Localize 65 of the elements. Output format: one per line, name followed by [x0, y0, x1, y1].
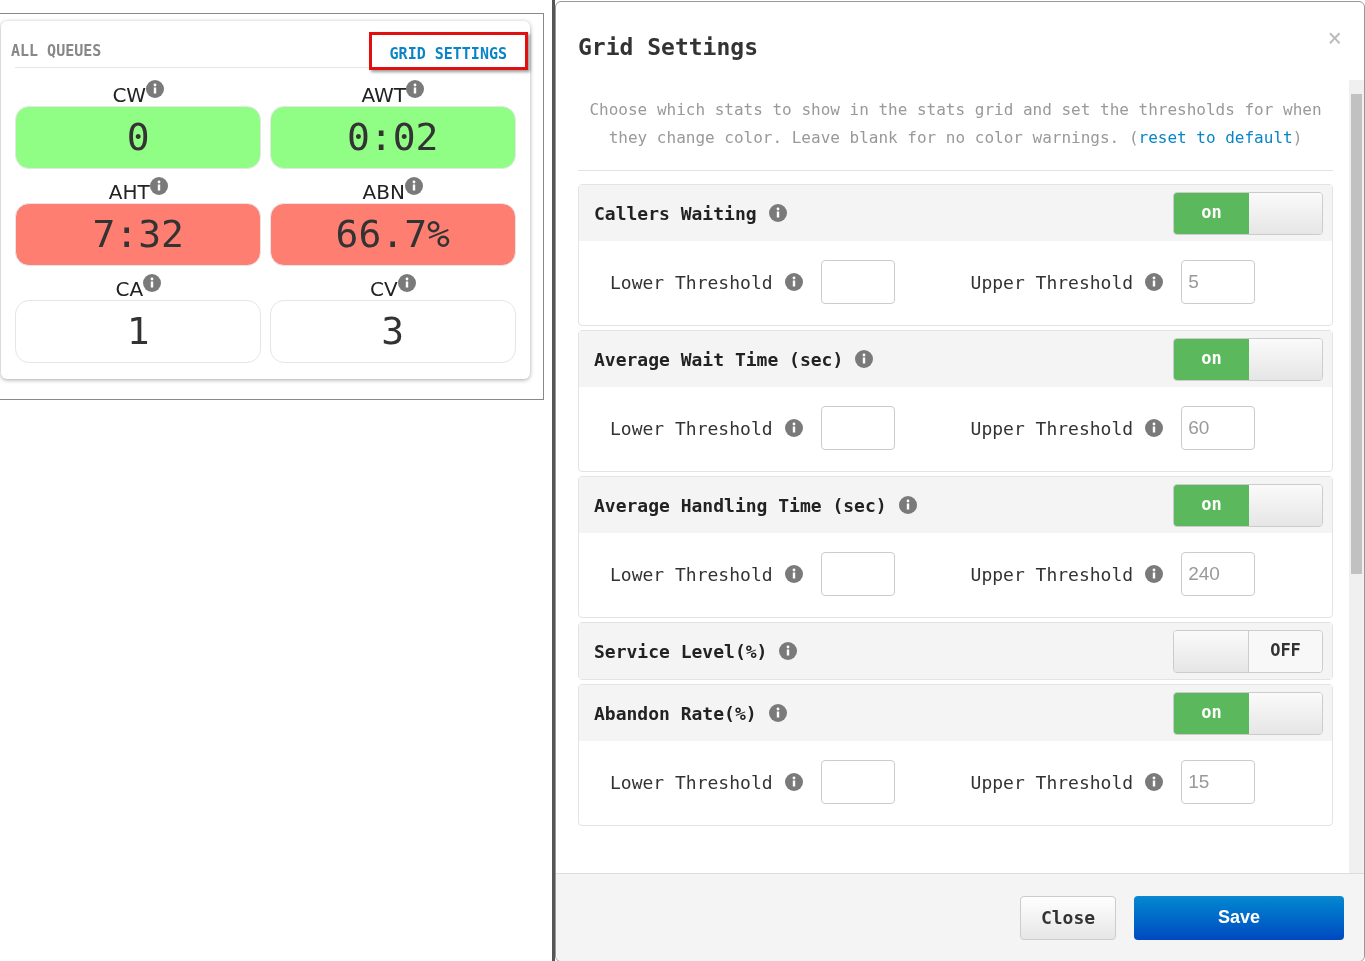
- info-icon: [1145, 773, 1164, 791]
- info-icon: [146, 80, 165, 98]
- toggle-switch[interactable]: on: [1173, 483, 1323, 527]
- info-icon: [768, 704, 787, 722]
- stat-label: CA: [115, 276, 144, 302]
- info-icon: [784, 565, 803, 583]
- setting-name: Callers Waiting: [594, 201, 757, 226]
- stat-tile: 0: [15, 106, 262, 169]
- threshold-label: Upper Threshold: [970, 562, 1134, 587]
- stat-tile: 3: [269, 300, 516, 363]
- info-icon: [784, 273, 803, 291]
- threshold-input[interactable]: 5: [1181, 260, 1256, 304]
- info-icon: [1145, 565, 1164, 583]
- stat-label: AHT: [108, 179, 150, 205]
- threshold-label: Lower Threshold: [610, 562, 773, 587]
- close-button[interactable]: Close: [1020, 895, 1116, 940]
- info-icon: [149, 177, 168, 195]
- panel-title: ALL QUEUES: [11, 40, 102, 62]
- threshold-label: Upper Threshold: [970, 270, 1134, 295]
- setting-name: Average Handling Time (sec): [594, 493, 887, 518]
- dialog-title: Grid Settings: [578, 33, 758, 62]
- info-icon: [784, 419, 803, 437]
- info-icon: [898, 496, 917, 514]
- toggle-switch[interactable]: on: [1173, 691, 1323, 735]
- stat-label: CW: [112, 82, 147, 108]
- threshold-input[interactable]: [820, 760, 895, 804]
- info-icon: [1145, 419, 1164, 437]
- threshold-label: Lower Threshold: [610, 270, 773, 295]
- threshold-label: Upper Threshold: [970, 770, 1134, 795]
- info-icon: [784, 773, 803, 791]
- grid-settings-link[interactable]: GRID SETTINGS: [368, 31, 528, 70]
- scrollbar[interactable]: [1349, 80, 1364, 873]
- stat-tile: 66.7%: [269, 203, 516, 266]
- info-icon: [1145, 273, 1164, 291]
- threshold-input[interactable]: 240: [1181, 552, 1256, 596]
- setting-name: Abandon Rate(%): [594, 701, 757, 726]
- stat-tile: 0:02: [269, 106, 516, 169]
- stat-label: CV: [369, 276, 398, 302]
- info-icon: [404, 177, 423, 195]
- threshold-input[interactable]: [820, 552, 895, 596]
- threshold-input[interactable]: 15: [1181, 760, 1256, 804]
- stat-label: ABN: [362, 179, 405, 205]
- threshold-label: Lower Threshold: [610, 416, 773, 441]
- info-icon: [855, 350, 874, 368]
- info-icon: [768, 204, 787, 222]
- toggle-switch[interactable]: on: [1173, 337, 1323, 381]
- info-icon: [397, 274, 416, 292]
- toggle-switch[interactable]: OFF: [1173, 629, 1323, 673]
- threshold-label: Upper Threshold: [970, 416, 1134, 441]
- reset-link[interactable]: reset to default: [1138, 128, 1293, 147]
- info-icon: [779, 642, 798, 660]
- setting-name: Average Wait Time (sec): [594, 347, 844, 372]
- threshold-input[interactable]: [820, 406, 895, 450]
- info-icon: [143, 274, 162, 292]
- threshold-label: Lower Threshold: [610, 770, 773, 795]
- toggle-switch[interactable]: on: [1173, 191, 1323, 235]
- stat-tile: 1: [15, 300, 262, 363]
- threshold-input[interactable]: [820, 260, 895, 304]
- save-button[interactable]: Save: [1134, 895, 1344, 940]
- stat-tile: 7:32: [15, 203, 262, 266]
- stat-label: AWT: [361, 82, 407, 108]
- intro-text: Choose which stats to show in the stats grid and set the thresholds for when they change color. Leave blank for no color warnings. (reset to default): [578, 80, 1333, 171]
- threshold-input[interactable]: 60: [1181, 406, 1256, 450]
- setting-name: Service Level(%): [594, 639, 768, 664]
- info-icon: [406, 80, 425, 98]
